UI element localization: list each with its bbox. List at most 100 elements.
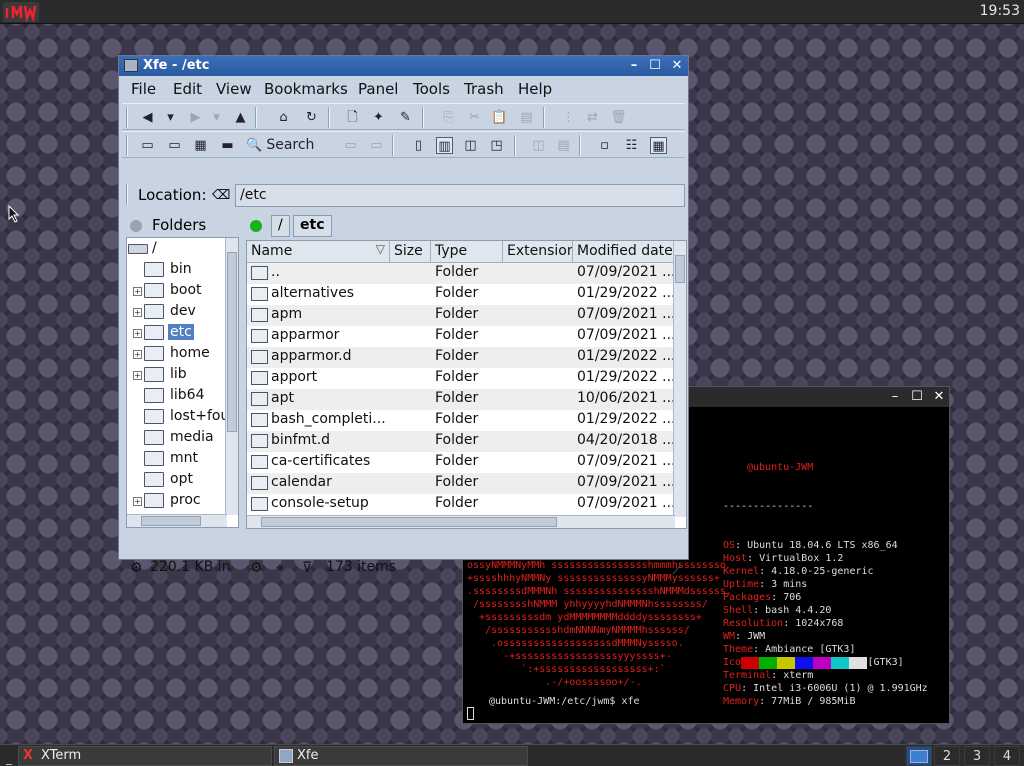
tree-item-proc[interactable]: + proc: [133, 491, 238, 512]
xfe-new-window-icon[interactable]: ▭: [139, 137, 156, 154]
menu-view[interactable]: View: [216, 80, 252, 98]
tree-and-panel-icon[interactable]: ▥: [436, 137, 453, 154]
refresh-icon[interactable]: ↻: [303, 109, 320, 126]
menu-panel[interactable]: Panel: [358, 80, 398, 98]
xfe-titlebar[interactable]: Xfe - /etc – ☐ ✕: [119, 56, 688, 76]
small-icons-icon[interactable]: ☷: [623, 137, 640, 154]
file-row[interactable]: .. Folder 07/09/2021 ...: [247, 263, 675, 284]
expand-icon[interactable]: +: [133, 350, 142, 359]
forward-icon[interactable]: ▶: [187, 109, 204, 126]
column-header-type[interactable]: Type: [431, 241, 503, 263]
menu-tools[interactable]: Tools: [413, 80, 450, 98]
expand-icon[interactable]: +: [133, 329, 142, 338]
path-segment-root[interactable]: /: [271, 215, 290, 237]
task-xfe[interactable]: Xfe: [274, 746, 528, 766]
back-history-icon[interactable]: ▾: [162, 109, 179, 126]
workspace-3[interactable]: 3: [964, 746, 990, 766]
file-row[interactable]: calendar Folder 07/09/2021 ...: [247, 473, 675, 494]
horizontal-panels-icon[interactable]: ▤: [555, 137, 572, 154]
clock[interactable]: 19:53: [980, 3, 1020, 19]
file-row[interactable]: apm Folder 07/09/2021 ...: [247, 305, 675, 326]
maximize-icon[interactable]: ☐: [909, 389, 925, 405]
file-row[interactable]: apt Folder 10/06/2021 ...: [247, 389, 675, 410]
minimize-icon[interactable]: –: [887, 389, 903, 405]
file-row[interactable]: apparmor.d Folder 01/29/2022 ...: [247, 347, 675, 368]
jwm-menu-button[interactable]: [3, 2, 39, 23]
tree-item-boot[interactable]: + boot: [133, 281, 238, 302]
file-row[interactable]: alternatives Folder 01/29/2022 ...: [247, 284, 675, 305]
terminal-icon[interactable]: ▬: [219, 137, 236, 154]
file-list[interactable]: Name ▽ Size Type Extension Modified date…: [246, 240, 687, 529]
column-header-name[interactable]: Name ▽: [247, 241, 390, 263]
unmount-icon[interactable]: ▭: [368, 137, 385, 154]
expand-icon[interactable]: +: [133, 497, 142, 506]
menu-trash[interactable]: Trash: [464, 80, 504, 98]
workspace-2[interactable]: 2: [934, 746, 960, 766]
properties-icon[interactable]: ▤: [518, 109, 535, 126]
new-file-icon[interactable]: 🗋: [344, 109, 361, 126]
files-vertical-scrollbar[interactable]: [673, 241, 686, 517]
expand-icon[interactable]: +: [133, 308, 142, 317]
copy-icon[interactable]: ⎘: [440, 109, 457, 126]
rename-icon[interactable]: ⋮: [560, 109, 577, 126]
filter-icon[interactable]: ⊽: [302, 560, 312, 576]
mount-icon[interactable]: ▭: [342, 137, 359, 154]
tree-item-lib[interactable]: + lib: [133, 365, 238, 386]
file-row[interactable]: bash_completi... Folder 01/29/2022 ...: [247, 410, 675, 431]
maximize-icon[interactable]: ☐: [647, 58, 663, 74]
path-segment-etc[interactable]: etc: [293, 215, 332, 237]
two-panels-icon[interactable]: ◫: [462, 137, 479, 154]
open-terminal-icon[interactable]: ▦: [192, 137, 209, 154]
expand-icon[interactable]: +: [133, 371, 142, 380]
scrollbar-thumb[interactable]: [261, 517, 557, 527]
tree-item-home[interactable]: + home: [133, 344, 238, 365]
tree-item-etc[interactable]: + etc: [133, 323, 238, 344]
column-header-modified-date[interactable]: Modified date: [573, 241, 675, 263]
location-input[interactable]: /etc: [235, 184, 685, 207]
tree-item-opt[interactable]: opt: [144, 470, 238, 491]
cut-icon[interactable]: ✂: [466, 109, 483, 126]
menu-edit[interactable]: Edit: [173, 80, 202, 98]
workspace-4[interactable]: 4: [994, 746, 1020, 766]
files-horizontal-scrollbar[interactable]: [247, 515, 675, 528]
vertical-panels-icon[interactable]: ◫: [530, 137, 547, 154]
menu-help[interactable]: Help: [518, 80, 552, 98]
scrollbar-thumb[interactable]: [675, 255, 685, 283]
paste-icon[interactable]: 📋: [491, 109, 508, 126]
forward-history-icon[interactable]: ▾: [208, 109, 225, 126]
tree-item-lib64[interactable]: lib64: [144, 386, 238, 407]
column-header-extension[interactable]: Extension: [503, 241, 573, 263]
file-row[interactable]: binfmt.d Folder 04/20/2018 ...: [247, 431, 675, 452]
tree-item-mnt[interactable]: mnt: [144, 449, 238, 470]
xfe-window[interactable]: Xfe - /etc – ☐ ✕ File Edit View Bookmark…: [118, 55, 689, 577]
menu-bookmarks[interactable]: Bookmarks: [264, 80, 348, 98]
show-desktop-icon[interactable]: _: [6, 751, 12, 765]
folder-tree[interactable]: / bin + boot + dev + etc + home + lib lib64 lost+fou m…: [126, 237, 239, 528]
workspace-1[interactable]: [906, 746, 932, 766]
home-icon[interactable]: ⌂: [275, 109, 292, 126]
thumbnails-icon[interactable]: ⌖: [276, 560, 284, 576]
settings-icon[interactable]: ⚙: [250, 560, 263, 576]
tree-horizontal-scrollbar[interactable]: [127, 514, 227, 527]
xfe-root-window-icon[interactable]: ▭: [166, 137, 183, 154]
tree-item-root[interactable]: /: [128, 239, 222, 260]
file-row[interactable]: ca-certificates Folder 07/09/2021 ...: [247, 452, 675, 473]
tree-two-panels-icon[interactable]: ◳: [488, 137, 505, 154]
tree-item-dev[interactable]: + dev: [133, 302, 238, 323]
file-row[interactable]: console-setup Folder 07/09/2021 ...: [247, 494, 675, 515]
back-icon[interactable]: ◀: [139, 109, 156, 126]
expand-icon[interactable]: +: [133, 287, 142, 296]
big-icons-icon[interactable]: ▫: [596, 137, 613, 154]
delete-icon[interactable]: 🗑: [610, 109, 627, 126]
search-button[interactable]: 🔍 Search: [246, 137, 314, 154]
new-folder-icon[interactable]: ✦: [370, 109, 387, 126]
resize-grip-icon[interactable]: ⟋: [673, 563, 681, 578]
close-icon[interactable]: ✕: [931, 389, 947, 405]
up-directory-icon[interactable]: ▲: [232, 109, 249, 126]
detailed-view-icon[interactable]: ▦: [650, 137, 667, 154]
tree-item-bin[interactable]: bin: [144, 260, 238, 281]
bookmark-icon[interactable]: ✎: [397, 109, 414, 126]
clear-location-icon[interactable]: ⌫: [212, 188, 230, 203]
tree-vertical-scrollbar[interactable]: [225, 238, 238, 515]
file-row[interactable]: apport Folder 01/29/2022 ...: [247, 368, 675, 389]
